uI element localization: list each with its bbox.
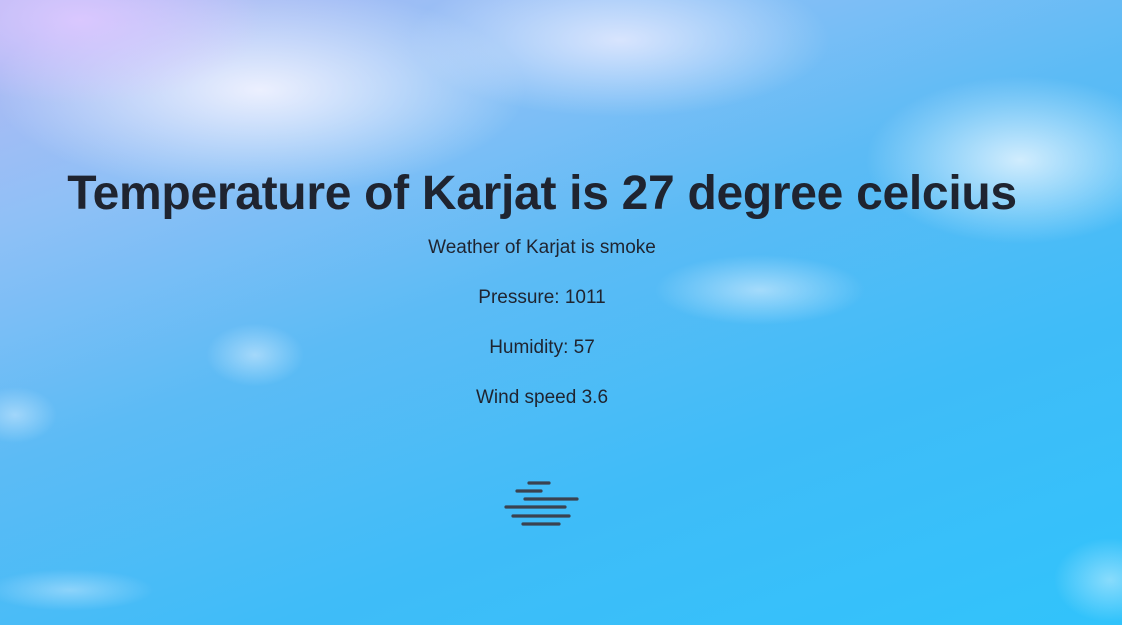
weather-panel: Temperature of Karjat is 27 degree celci… (0, 0, 1122, 625)
smoke-fog-icon (503, 479, 581, 529)
temperature-heading: Temperature of Karjat is 27 degree celci… (67, 167, 1017, 220)
humidity-value: Humidity: 57 (489, 337, 595, 358)
weather-description: Weather of Karjat is smoke (428, 237, 656, 258)
pressure-value: Pressure: 1011 (478, 287, 606, 308)
wind-speed-value: Wind speed 3.6 (475, 387, 609, 408)
